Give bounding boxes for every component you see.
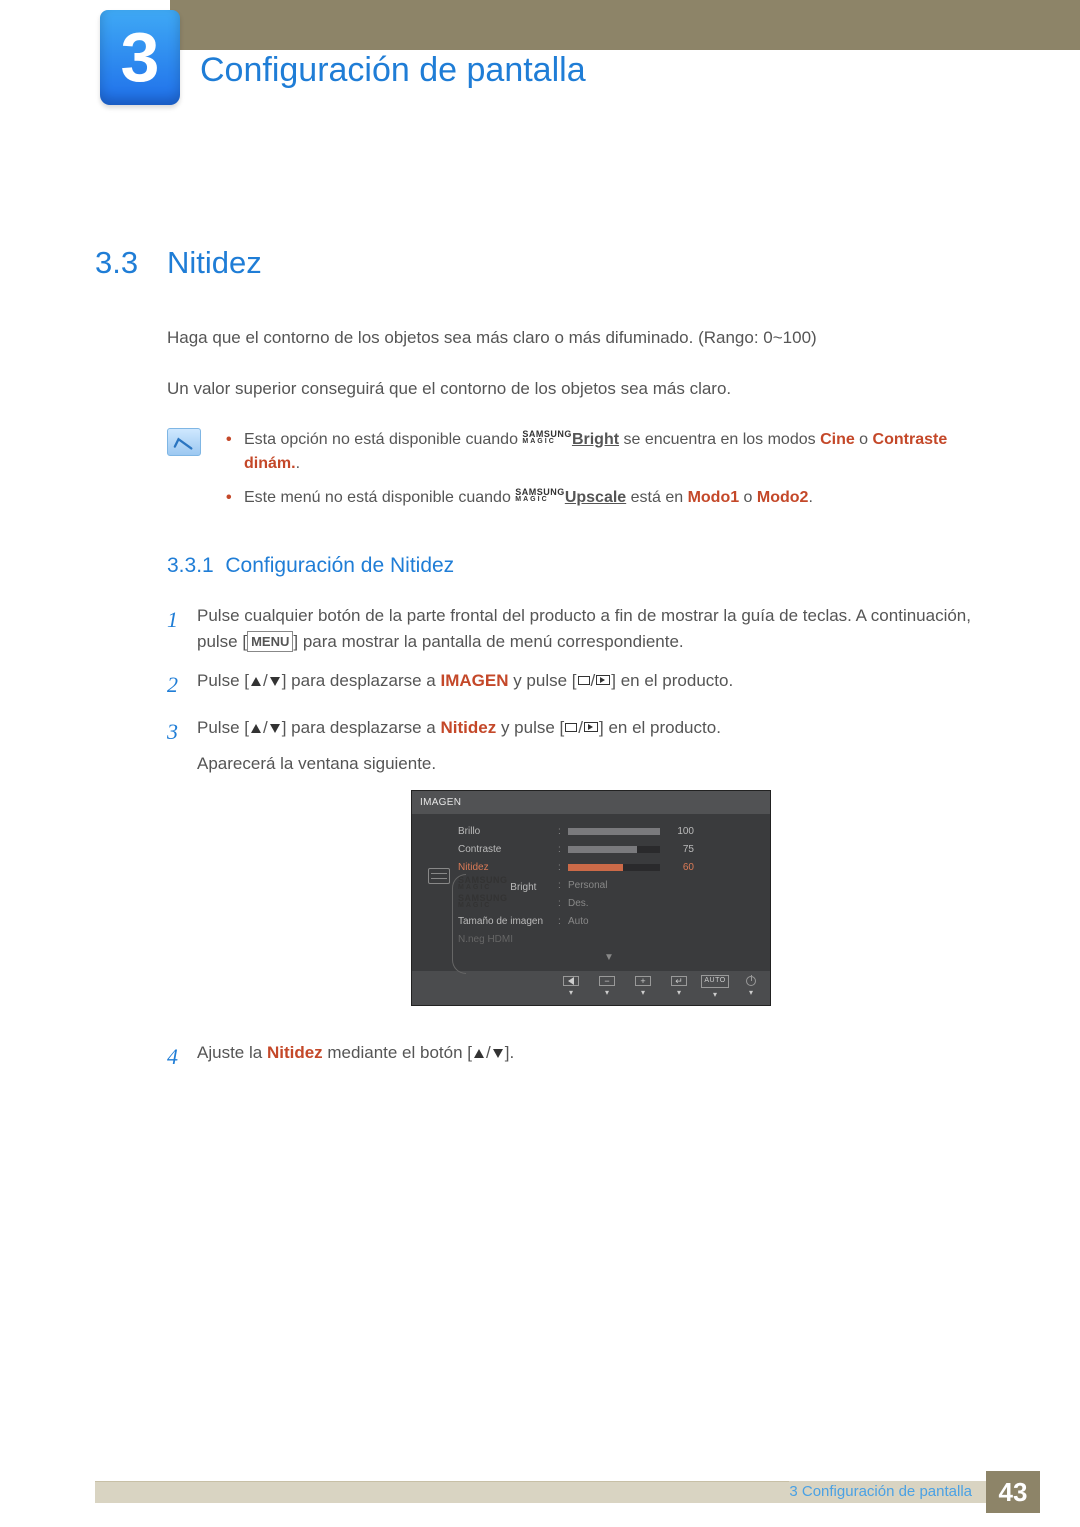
osd-footer-back: ▾ (558, 976, 584, 999)
osd-footer-power: ▾ (738, 976, 764, 999)
osd-footer-minus: −▾ (594, 976, 620, 999)
section-heading: 3.3Nitidez (95, 240, 985, 287)
step-2: 2 Pulse [/] para desplazarse a IMAGEN y … (167, 668, 985, 701)
chapter-number: 3 (121, 5, 160, 110)
power-icon (746, 976, 756, 986)
osd-title: IMAGEN (412, 791, 770, 814)
osd-curve-icon (452, 874, 466, 974)
triangle-left-icon (568, 977, 574, 985)
note-item-1: Esta opción no está disponible cuando SA… (226, 428, 985, 476)
note-block: Esta opción no está disponible cuando SA… (167, 428, 985, 520)
subsection-heading: 3.3.1 Configuración de Nitidez (167, 550, 985, 582)
step-number: 4 (167, 1040, 197, 1073)
footer-label: 3 Configuración de pantalla (789, 1481, 986, 1503)
osd-footer-auto: AUTO▾ (702, 975, 728, 1001)
osd-rows: Brillo: 100 Contraste: 75 Nitidez: (458, 822, 760, 969)
step-body: Ajuste la Nitidez mediante el botón [/]. (197, 1040, 985, 1073)
osd-row-magic: SAMSUNGMAGIC: Des. (458, 894, 760, 912)
step-1: 1 Pulse cualquier botón de la parte fron… (167, 603, 985, 654)
rect-play-icon (596, 675, 610, 685)
rect-icon (565, 723, 577, 732)
intro-paragraph-1: Haga que el contorno de los objetos sea … (167, 325, 985, 351)
step-4: 4 Ajuste la Nitidez mediante el botón [/… (167, 1040, 985, 1073)
step-body: Pulse [/] para desplazarse a IMAGEN y pu… (197, 668, 985, 701)
step-3: 3 Pulse [/] para desplazarse a Nitidez y… (167, 715, 985, 1026)
section-number: 3.3 (95, 240, 167, 287)
rect-play-icon (584, 722, 598, 732)
step-body: Pulse cualquier botón de la parte fronta… (197, 603, 985, 654)
subsection-number: 3.3.1 (167, 554, 214, 577)
samsung-magic-label: SAMSUNGMAGIC (515, 488, 565, 504)
osd-row-contraste: Contraste: 75 (458, 840, 760, 858)
osd-sidebar (420, 822, 458, 969)
triangle-up-icon (251, 724, 261, 733)
osd-footer-plus: +▾ (630, 976, 656, 999)
page-number: 43 (986, 1471, 1040, 1513)
step-number: 1 (167, 603, 197, 654)
triangle-down-icon (270, 677, 280, 686)
step-number: 3 (167, 715, 197, 1026)
osd-body: Brillo: 100 Contraste: 75 Nitidez: (412, 814, 770, 971)
note-item-2: Este menú no está disponible cuando SAMS… (226, 486, 985, 510)
chapter-number-badge: 3 (100, 10, 180, 105)
page-content: 3.3Nitidez Haga que el contorno de los o… (0, 50, 1080, 1073)
step-body: Pulse [/] para desplazarse a Nitidez y p… (197, 715, 985, 1026)
triangle-up-icon (251, 677, 261, 686)
page-footer: 3 Configuración de pantalla 43 (95, 1481, 1040, 1503)
rect-icon (578, 676, 590, 685)
osd-row-magic-bright: SAMSUNGMAGIC Bright: Personal (458, 876, 760, 894)
triangle-down-icon (270, 724, 280, 733)
header-bar (170, 0, 1080, 50)
footer-bar (95, 1481, 789, 1503)
osd-category-icon (428, 868, 450, 884)
step-number: 2 (167, 668, 197, 701)
osd-row-tamano: Tamaño de imagen: Auto (458, 912, 760, 930)
note-list: Esta opción no está disponible cuando SA… (226, 428, 985, 520)
subsection-title: Configuración de Nitidez (225, 554, 454, 577)
osd-row-hdmi: N.neg HDMI (458, 930, 760, 948)
osd-down-arrow: ▼ (458, 948, 760, 969)
section-title: Nitidez (167, 245, 262, 280)
osd-footer: ▾ −▾ +▾ ↵▾ AUTO▾ ▾ (412, 971, 770, 1005)
intro-paragraph-2: Un valor superior conseguirá que el cont… (167, 376, 985, 402)
menu-button-label: MENU (247, 631, 293, 653)
chapter-title: Configuración de pantalla (200, 45, 586, 96)
triangle-down-icon (493, 1049, 503, 1058)
osd-footer-enter: ↵▾ (666, 976, 692, 999)
osd-screenshot: IMAGEN Brillo: 100 Contraste: (411, 790, 771, 1006)
osd-row-brillo: Brillo: 100 (458, 822, 760, 840)
triangle-up-icon (474, 1049, 484, 1058)
osd-row-nitidez: Nitidez: 60 (458, 858, 760, 876)
samsung-magic-label: SAMSUNGMAGIC (522, 430, 572, 446)
note-icon (167, 428, 201, 456)
